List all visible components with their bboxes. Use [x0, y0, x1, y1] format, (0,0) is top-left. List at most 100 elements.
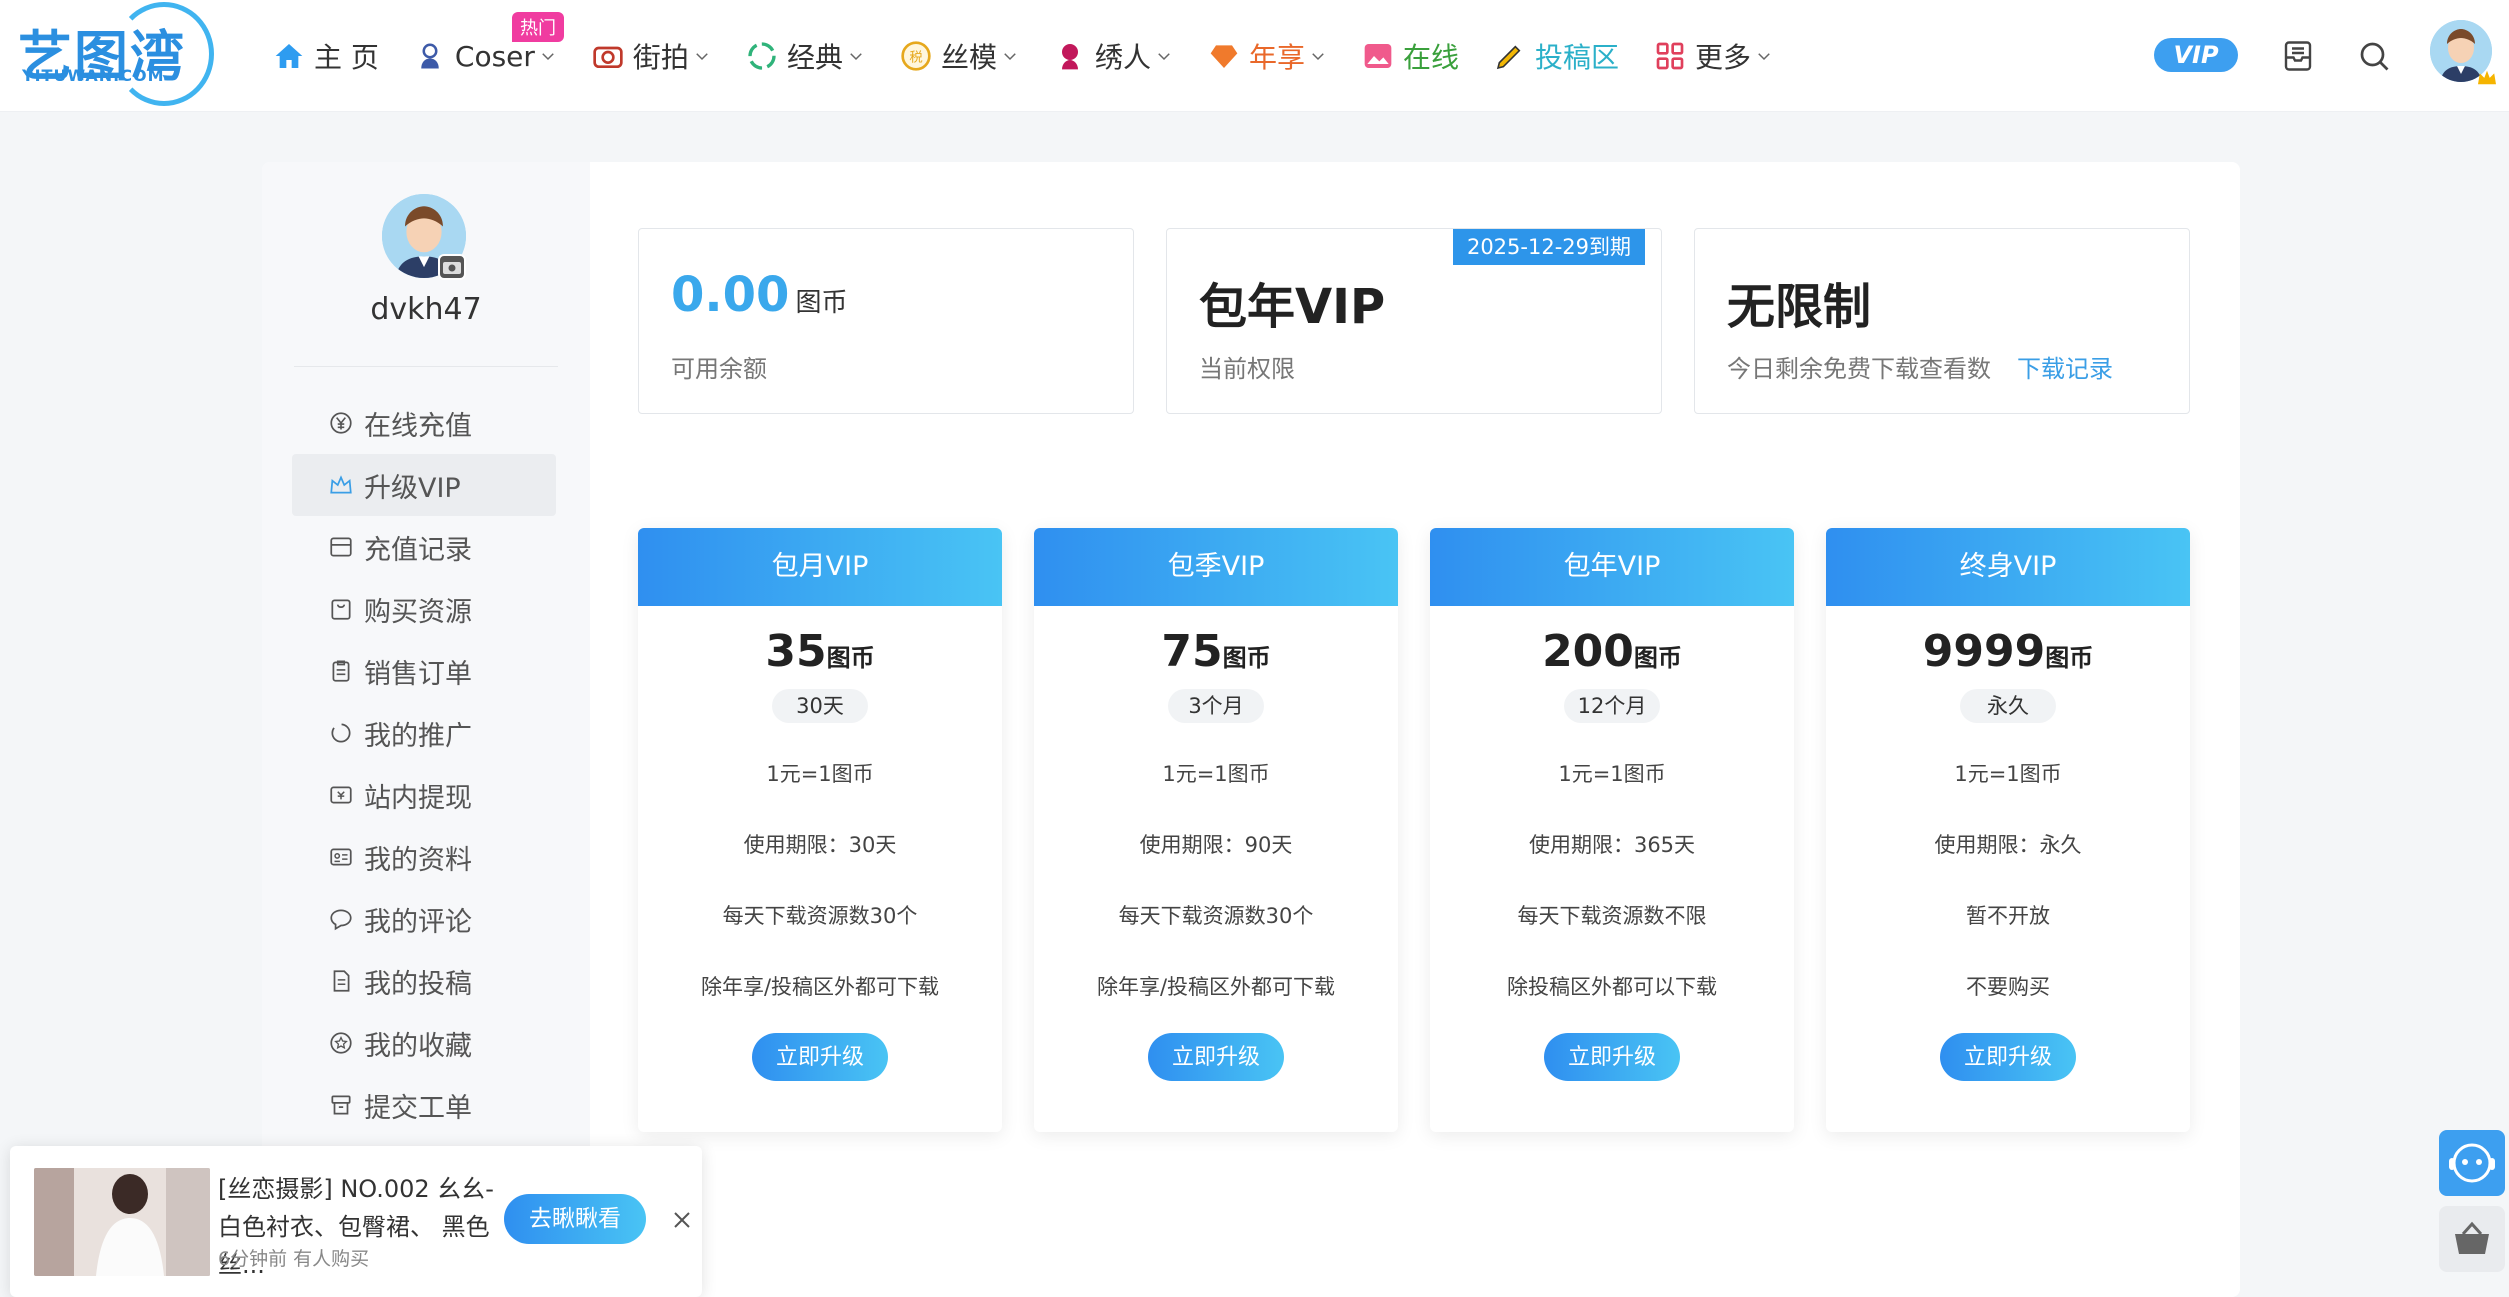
upgrade-button[interactable]: 立即升级 [752, 1033, 888, 1081]
recycle-icon [745, 39, 779, 73]
top-navigation: 艺图湾 YITUWAN.COM 主 页 Coser 街拍 经典 税 丝模 绣人 … [0, 0, 2509, 112]
grid-icon [1653, 39, 1687, 73]
sidebar-item-ticket[interactable]: 提交工单 [292, 1074, 556, 1136]
nav-item-street[interactable]: 街拍 [591, 0, 711, 112]
upgrade-button[interactable]: 立即升级 [1148, 1033, 1284, 1081]
sidebar-divider [294, 366, 558, 367]
product-thumbnail[interactable] [34, 1168, 210, 1276]
balance-unit: 图币 [795, 288, 848, 318]
inbox-icon[interactable] [2280, 38, 2316, 74]
sidebar-item-favorites[interactable]: 我的收藏 [292, 1012, 556, 1074]
image-icon [1361, 39, 1395, 73]
vip-button[interactable]: VIP [2154, 38, 2238, 72]
svg-text:税: 税 [909, 49, 922, 65]
nav-item-home[interactable]: 主 页 [272, 0, 379, 112]
view-product-button[interactable]: 去瞅瞅看 [504, 1194, 646, 1244]
upgrade-button[interactable]: 立即升级 [1940, 1033, 2076, 1081]
main-menu: 主 页 Coser 街拍 经典 税 丝模 绣人 年享 在线 投稿区 更多 [272, 0, 1807, 112]
upgrade-button[interactable]: 立即升级 [1544, 1033, 1680, 1081]
sidebar-item-promotion[interactable]: 我的推广 [292, 702, 556, 764]
nav-item-submit[interactable]: 投稿区 [1493, 0, 1619, 112]
nav-item-annual[interactable]: 年享 [1207, 0, 1327, 112]
search-icon[interactable] [2356, 38, 2392, 74]
download-quota-card: 无限制 今日剩余免费下载查看数 下载记录 [1694, 228, 2190, 414]
sidebar-item-label: 充值记录 [364, 534, 472, 566]
sidebar-item-label: 销售订单 [364, 658, 472, 690]
nav-item-more[interactable]: 更多 [1653, 0, 1773, 112]
cash-icon [330, 786, 352, 804]
sidebar-item-label: 升级VIP [364, 472, 461, 504]
balance-label: 可用余额 [671, 355, 767, 383]
plan-period: 30天 [772, 689, 868, 723]
nav-item-classic[interactable]: 经典 [745, 0, 865, 112]
sidebar-item-comments[interactable]: 我的评论 [292, 888, 556, 950]
plan-card-monthly: 包月VIP 35图币 30天 1元=1图币 使用期限：30天 每天下载资源数30… [638, 528, 1002, 1132]
shopping-basket-button[interactable] [2439, 1206, 2505, 1272]
coser-icon [413, 39, 447, 73]
hot-badge: 热门 [512, 12, 564, 42]
nav-label: 在线 [1403, 41, 1460, 74]
plan-term: 使用期限：365天 [1528, 833, 1696, 857]
nav-label: 街拍 [632, 41, 689, 74]
chevron-down-icon [1004, 53, 1016, 61]
plan-price: 200图币 [1542, 626, 1682, 677]
nav-label: Coser [454, 39, 535, 73]
customer-service-button[interactable] [2439, 1130, 2505, 1196]
id-card-icon [330, 848, 352, 866]
chevron-down-icon [542, 53, 554, 61]
sidebar-item-label: 购买资源 [364, 596, 472, 628]
sidebar-item-recharge-history[interactable]: 充值记录 [292, 516, 556, 578]
nav-item-xiuren[interactable]: 绣人 [1053, 0, 1173, 112]
sidebar-item-label: 在线充值 [364, 410, 472, 442]
circle-dashed-icon [331, 723, 351, 743]
sidebar-menu: 在线充值 升级VIP 充值记录 购买资源 销售订单 我的推广 站内提现 我的资料… [292, 392, 556, 1136]
nav-item-online[interactable]: 在线 [1361, 0, 1459, 112]
balance-value: 0.00 图币 [671, 267, 848, 323]
plan-name: 终身VIP [1826, 528, 2190, 606]
sidebar-item-purchases[interactable]: 购买资源 [292, 578, 556, 640]
sidebar-item-recharge[interactable]: 在线充值 [292, 392, 556, 454]
sidebar-item-withdraw[interactable]: 站内提现 [292, 764, 556, 826]
vip-label: 当前权限 [1199, 355, 1295, 383]
plan-daily-limit: 每天下载资源数不限 [1517, 904, 1707, 928]
plan-scope: 除年享/投稿区外都可下载 [700, 975, 940, 999]
chevron-down-icon [850, 53, 862, 61]
sidebar-item-sales-orders[interactable]: 销售订单 [292, 640, 556, 702]
camera-icon[interactable] [438, 254, 466, 280]
pen-icon [1493, 39, 1527, 73]
yen-icon [330, 412, 352, 434]
sidebar-item-label: 我的投稿 [364, 968, 472, 1000]
user-sidebar: dvkh47 在线充值 升级VIP 充值记录 购买资源 销售订单 我的推广 站内… [262, 162, 590, 1297]
main-panel: dvkh47 在线充值 升级VIP 充值记录 购买资源 销售订单 我的推广 站内… [262, 162, 2240, 1297]
plan-name: 包季VIP [1034, 528, 1398, 606]
close-icon[interactable] [670, 1208, 694, 1232]
plan-scope: 除投稿区外都可以下载 [1507, 975, 1717, 999]
sidebar-item-submissions[interactable]: 我的投稿 [292, 950, 556, 1012]
download-history-link[interactable]: 下载记录 [2017, 355, 2113, 383]
sidebar-item-label: 我的资料 [364, 844, 472, 876]
plan-term: 使用期限：永久 [1934, 833, 2082, 857]
plan-price: 75图币 [1161, 626, 1271, 677]
site-logo[interactable]: 艺图湾 YITUWAN.COM [14, 2, 214, 108]
woman-icon [1053, 39, 1087, 73]
plan-price: 9999图币 [1922, 626, 2094, 677]
sidebar-item-profile[interactable]: 我的资料 [292, 826, 556, 888]
sidebar-item-label: 站内提现 [364, 782, 472, 814]
nav-item-silk[interactable]: 税 丝模 [899, 0, 1019, 112]
plan-rate: 1元=1图币 [1558, 762, 1666, 786]
plan-rate: 1元=1图币 [1162, 762, 1270, 786]
sidebar-item-upgrade-vip[interactable]: 升级VIP [292, 454, 556, 516]
nav-label: 绣人 [1094, 41, 1151, 74]
plan-period: 3个月 [1168, 689, 1264, 723]
balance-card: 0.00 图币 可用余额 [638, 228, 1134, 414]
chevron-down-icon [696, 53, 708, 61]
plan-card-lifetime: 终身VIP 9999图币 永久 1元=1图币 使用期限：永久 暂不开放 不要购买… [1826, 528, 2190, 1132]
sidebar-item-label: 我的推广 [364, 720, 472, 752]
nav-label: 主 页 [314, 41, 379, 74]
plan-period: 12个月 [1564, 689, 1660, 723]
star-icon [330, 1032, 352, 1054]
basket-icon [2455, 1221, 2489, 1254]
sidebar-item-label: 提交工单 [364, 1092, 472, 1124]
document-icon [333, 970, 350, 992]
clipboard-icon [332, 660, 350, 682]
